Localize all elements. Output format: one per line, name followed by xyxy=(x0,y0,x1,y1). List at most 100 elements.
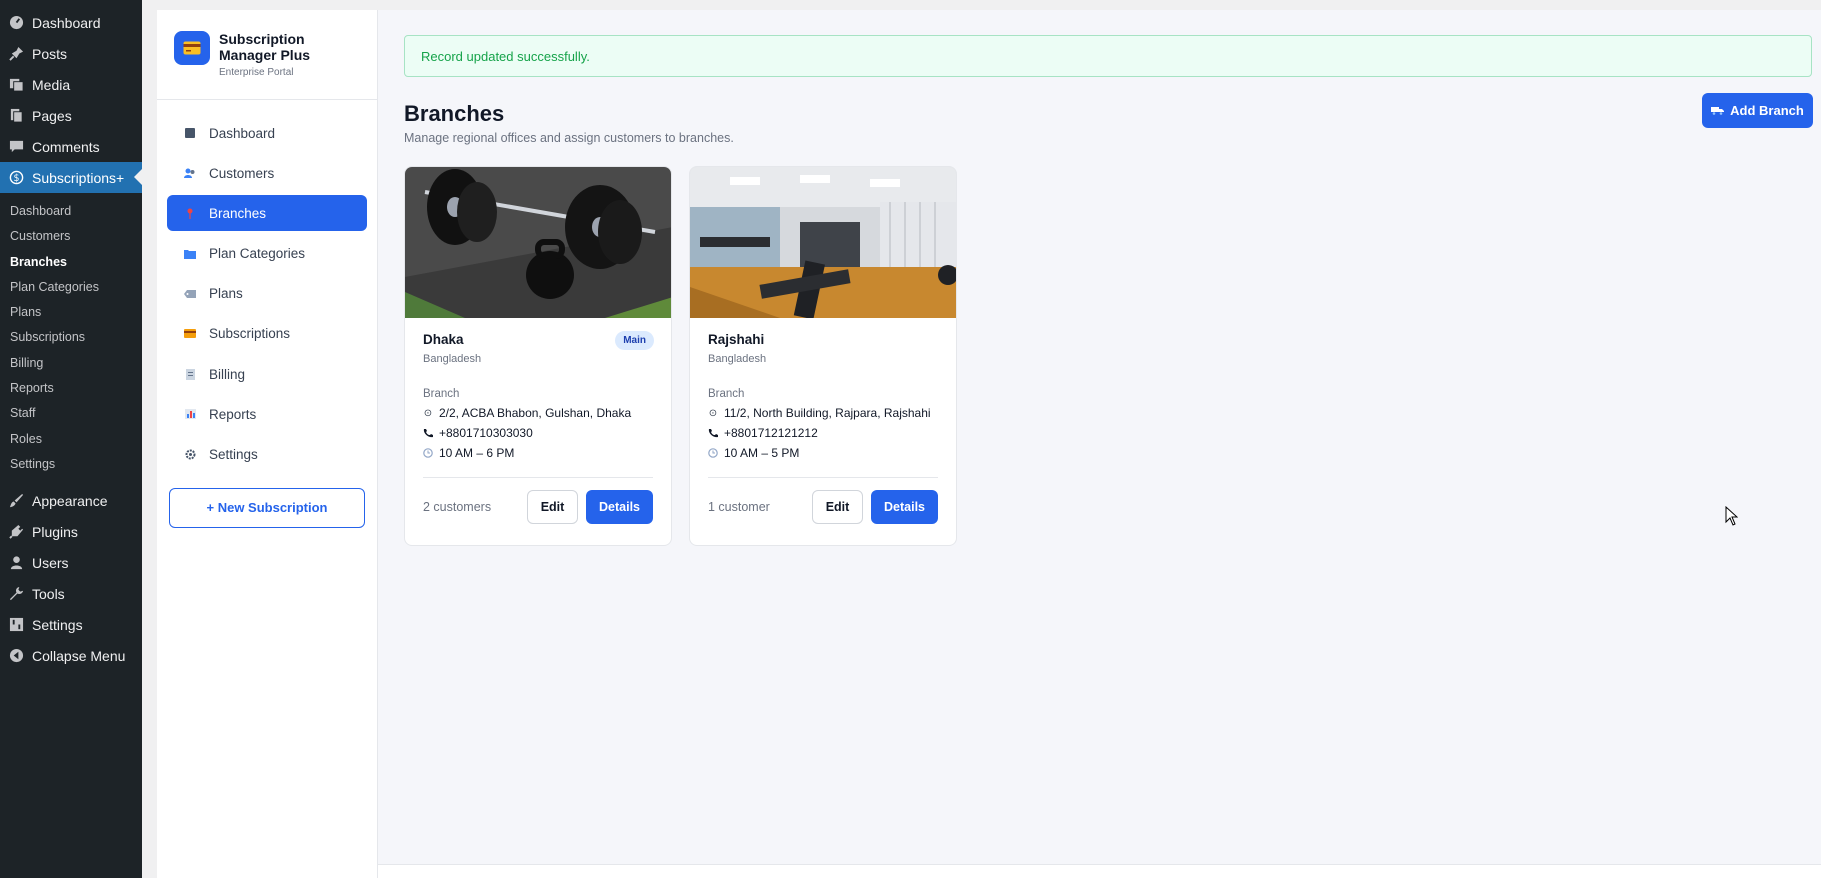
truck-icon xyxy=(1711,106,1725,115)
wp-menu-label: Appearance xyxy=(32,492,108,509)
branch-address: ⊙ 11/2, North Building, Rajpara, Rajshah… xyxy=(708,406,938,420)
plugin-nav-label: Reports xyxy=(209,406,257,422)
customer-count: 1 customer xyxy=(708,500,770,514)
add-branch-button[interactable]: Add Branch xyxy=(1702,93,1813,128)
plugin-nav-reports[interactable]: Reports xyxy=(167,396,367,432)
wp-menu-settings[interactable]: Settings xyxy=(0,609,142,640)
card-footer: 2 customers Edit Details xyxy=(423,478,653,536)
plugin-nav-label: Billing xyxy=(209,366,246,382)
plugin-nav-dashboard[interactable]: Dashboard xyxy=(167,115,367,151)
media-icon xyxy=(8,77,24,93)
wp-menu-dashboard[interactable]: Dashboard xyxy=(0,7,142,38)
wp-menu-label: Tools xyxy=(32,585,65,602)
wp-menu-label: Pages xyxy=(32,107,72,124)
clock-icon xyxy=(423,448,433,458)
dashboard-icon xyxy=(8,15,24,31)
pin-icon xyxy=(183,208,197,219)
wp-submenu-reports[interactable]: Reports xyxy=(0,376,142,401)
edit-button[interactable]: Edit xyxy=(527,490,578,524)
branch-phone-text: +8801710303030 xyxy=(439,426,533,440)
branch-phone: +8801710303030 xyxy=(423,426,653,440)
location-icon: ⊙ xyxy=(423,407,433,419)
plugin-nav-plan-categories[interactable]: Plan Categories xyxy=(167,236,367,272)
wp-menu-label: Comments xyxy=(32,138,100,155)
plugin-nav-label: Branches xyxy=(209,205,267,221)
wp-submenu-branches[interactable]: Branches xyxy=(0,250,142,275)
settings-icon xyxy=(8,617,24,633)
branch-hours: 10 AM – 6 PM xyxy=(423,446,653,460)
card-footer: 1 customer Edit Details xyxy=(708,478,938,536)
plugin-nav-customers[interactable]: Customers xyxy=(167,155,367,191)
wp-menu-label: Subscriptions+ xyxy=(32,169,125,186)
credit-card-icon xyxy=(174,31,210,65)
wp-menu-posts[interactable]: Posts xyxy=(0,38,142,69)
plugin-nav-label: Dashboard xyxy=(209,125,276,141)
plugin-nav-plans[interactable]: Plans xyxy=(167,276,367,312)
gear-icon xyxy=(183,449,197,460)
phone-icon xyxy=(423,428,433,438)
details-button[interactable]: Details xyxy=(586,490,653,524)
branch-card-dhaka: Dhaka Bangladesh Main Branch ⊙ 2/2, ACBA… xyxy=(404,166,672,546)
brush-icon xyxy=(8,493,24,509)
tag-icon xyxy=(183,289,197,298)
wp-submenu-roles[interactable]: Roles xyxy=(0,427,142,452)
main-content: Record updated successfully. Branches Ma… xyxy=(378,10,1821,865)
plugin-nav-label: Subscriptions xyxy=(209,326,291,342)
pin-icon xyxy=(8,46,24,62)
wp-menu-pages[interactable]: Pages xyxy=(0,100,142,131)
branch-country: Bangladesh xyxy=(708,353,767,365)
new-subscription-button[interactable]: + New Subscription xyxy=(169,487,365,528)
plugin-nav-label: Customers xyxy=(209,165,275,181)
wp-menu-comments[interactable]: Comments xyxy=(0,131,142,162)
page-title: Branches xyxy=(404,101,505,126)
wp-admin-menu: Dashboard Posts Media Pages Comments $ S… xyxy=(0,0,142,878)
folder-icon xyxy=(183,249,197,259)
plugin-nav-billing[interactable]: Billing xyxy=(167,356,367,392)
plugin-nav-label: Settings xyxy=(209,447,258,462)
wp-menu-appearance[interactable]: Appearance xyxy=(0,485,142,516)
plugin-nav-subscriptions[interactable]: Subscriptions xyxy=(167,316,367,352)
wp-submenu-billing[interactable]: Billing xyxy=(0,351,142,376)
branch-phone: +8801712121212 xyxy=(708,426,938,440)
plugin-nav-settings[interactable]: Settings xyxy=(167,437,367,473)
comments-icon xyxy=(8,139,24,155)
pages-icon xyxy=(8,108,24,124)
wp-menu-collapse[interactable]: Collapse Menu xyxy=(0,640,142,671)
wp-submenu-plan-categories[interactable]: Plan Categories xyxy=(0,275,142,300)
wp-submenu-dashboard[interactable]: Dashboard xyxy=(0,199,142,224)
wp-menu-tools[interactable]: Tools xyxy=(0,578,142,609)
users-icon xyxy=(183,168,197,179)
branch-type: Branch xyxy=(423,388,460,400)
branch-address-text: 11/2, North Building, Rajpara, Rajshahi xyxy=(724,406,931,420)
dollar-icon: $ xyxy=(8,170,24,186)
location-icon: ⊙ xyxy=(708,407,718,419)
edit-button[interactable]: Edit xyxy=(812,490,863,524)
wp-menu-label: Media xyxy=(32,76,71,93)
branch-name: Rajshahi xyxy=(708,332,765,347)
branch-image-gym xyxy=(690,167,956,318)
wp-menu-subscriptions[interactable]: $ Subscriptions+ xyxy=(0,162,142,193)
wp-menu-label: Dashboard xyxy=(32,14,101,31)
wp-submenu-customers[interactable]: Customers xyxy=(0,224,142,249)
branch-country: Bangladesh xyxy=(423,353,482,365)
wp-menu-plugins[interactable]: Plugins xyxy=(0,516,142,547)
details-button[interactable]: Details xyxy=(871,490,938,524)
wp-menu-label: Posts xyxy=(32,45,68,62)
wp-submenu-subscriptions[interactable]: Subscriptions xyxy=(0,325,142,350)
plugin-nav-label: Plan Categories xyxy=(209,246,306,262)
branch-card-rajshahi: Rajshahi Bangladesh Branch ⊙ 11/2, North… xyxy=(689,166,957,546)
clock-icon xyxy=(708,448,718,458)
plugin-nav-branches[interactable]: Branches xyxy=(167,195,367,232)
wp-menu-users[interactable]: Users xyxy=(0,547,142,578)
plugin-sidebar: Subscription Manager Plus Enterprise Por… xyxy=(157,10,378,878)
branch-hours-text: 10 AM – 5 PM xyxy=(724,446,800,460)
wp-submenu-plans[interactable]: Plans xyxy=(0,300,142,325)
wp-submenu-staff[interactable]: Staff xyxy=(0,401,142,426)
plugin-title-line2: Manager Plus xyxy=(219,47,311,63)
receipt-icon xyxy=(183,368,197,380)
branch-address-text: 2/2, ACBA Bhabon, Gulshan, Dhaka xyxy=(439,406,632,420)
wp-submenu-settings[interactable]: Settings xyxy=(0,452,142,477)
wp-submenu: Dashboard Customers Branches Plan Catego… xyxy=(0,193,142,485)
wp-menu-media[interactable]: Media xyxy=(0,69,142,100)
collapse-icon xyxy=(8,648,24,664)
